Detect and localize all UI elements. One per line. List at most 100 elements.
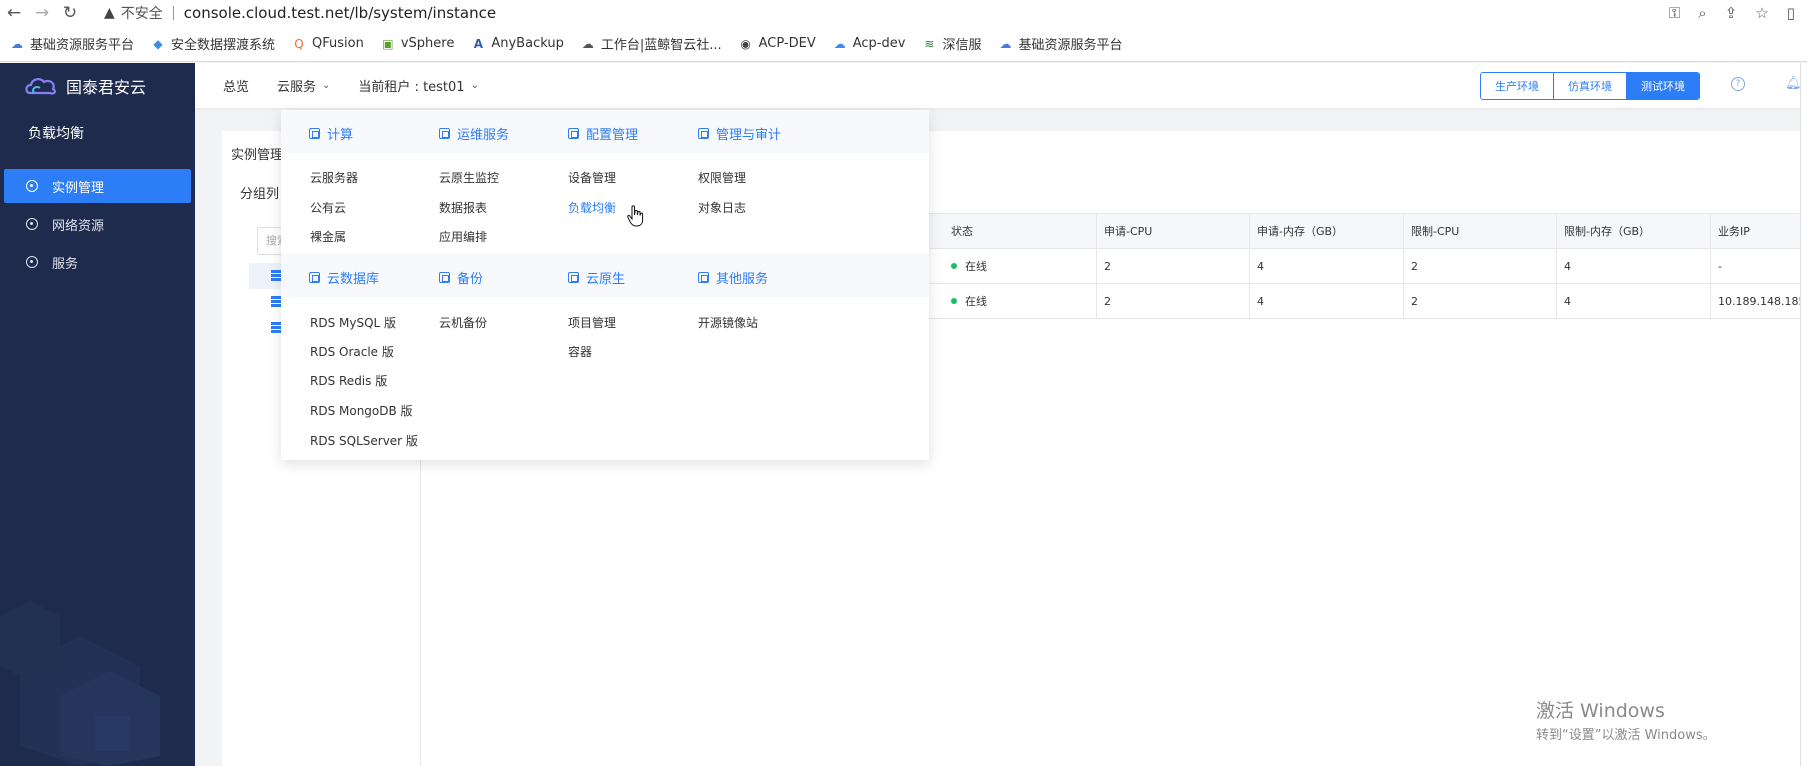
env-test-button[interactable]: 测试环境 bbox=[1627, 73, 1699, 99]
menu-item-permissions[interactable]: 权限管理 bbox=[698, 169, 746, 186]
sidebar-toggle-icon[interactable]: ▯ bbox=[1787, 4, 1795, 22]
menu-item-mirror-site[interactable]: 开源镜像站 bbox=[698, 314, 758, 331]
globe-icon: ◉ bbox=[740, 36, 751, 51]
menu-item-project-mgmt[interactable]: 项目管理 bbox=[568, 314, 616, 331]
lim-mem-cell: 4 bbox=[1557, 284, 1711, 318]
sidebar-item-network[interactable]: 网络资源 bbox=[4, 207, 191, 241]
sidebar-item-label: 实例管理 bbox=[52, 180, 105, 196]
key-icon[interactable]: ⚿ bbox=[1669, 4, 1680, 22]
sidebar-item-label: 服务 bbox=[52, 256, 79, 272]
category-other: 其他服务 bbox=[698, 268, 768, 287]
sidebar-item-instance[interactable]: 实例管理 bbox=[4, 169, 191, 203]
bookmark-item[interactable]: ◆ 安全数据摆渡系统 bbox=[151, 34, 275, 54]
bookmark-item[interactable]: ▣ vSphere bbox=[381, 36, 454, 51]
bookmark-item[interactable]: ≋ 深信服 bbox=[922, 34, 981, 54]
tenant-selector[interactable]: 当前租户 : test01 ⌄ bbox=[358, 76, 479, 95]
menu-item-container[interactable]: 容器 bbox=[568, 343, 592, 360]
menu-item-rds-redis[interactable]: RDS Redis 版 bbox=[310, 372, 387, 389]
header-req-mem: 申请-内存（GB） bbox=[1250, 214, 1404, 248]
menu-item-bare-metal[interactable]: 裸金属 bbox=[310, 228, 346, 245]
menu-item-rds-oracle[interactable]: RDS Oracle 版 bbox=[310, 343, 394, 360]
env-production-button[interactable]: 生产环境 bbox=[1481, 73, 1554, 99]
app-sidebar: 国泰君安云 负载均衡 实例管理 网络资源 服务 bbox=[0, 63, 195, 766]
environment-switcher: 生产环境 仿真环境 测试环境 bbox=[1480, 72, 1700, 100]
back-arrow-icon[interactable]: ← bbox=[0, 0, 28, 26]
url-text: console.cloud.test.net/lb/system/instanc… bbox=[183, 4, 497, 22]
decorative-cubes-icon bbox=[0, 601, 160, 766]
menu-item-vm-backup[interactable]: 云机备份 bbox=[439, 314, 487, 331]
page-scrollbar[interactable] bbox=[1800, 63, 1807, 766]
hand-cursor-icon bbox=[627, 205, 644, 227]
category-ops: 运维服务 bbox=[439, 124, 509, 143]
category-backup: 备份 bbox=[439, 268, 483, 287]
diamond-icon: ◆ bbox=[153, 36, 163, 51]
status-cell: 在线 bbox=[944, 249, 1097, 283]
url-field[interactable]: ▲ 不安全 console.cloud.test.net/lb/system/i… bbox=[104, 2, 1669, 24]
menu-item-rds-mongodb[interactable]: RDS MongoDB 版 bbox=[310, 402, 413, 419]
url-separator bbox=[172, 6, 174, 20]
address-bar-actions: ⚿ ⌕ ⇪ ☆ ▯ bbox=[1669, 4, 1795, 22]
ip-cell: 10.189.148.185-10 bbox=[1718, 294, 1807, 308]
menu-item-orchestration[interactable]: 应用编排 bbox=[439, 228, 487, 245]
menu-item-cloud-server[interactable]: 云服务器 bbox=[310, 169, 358, 186]
cloud-services-dropdown: 计算 运维服务 配置管理 管理与审计 云服务器 公有云 裸金属 云原生监控 数据… bbox=[281, 110, 929, 460]
windows-activation-subtitle: 转到“设置”以激活 Windows。 bbox=[1536, 728, 1716, 743]
ops-icon bbox=[439, 128, 450, 139]
ip-cell: - bbox=[1718, 259, 1722, 273]
group-list-title: 分组列 bbox=[240, 187, 280, 202]
page-title: 实例管理 bbox=[231, 148, 284, 163]
database-icon bbox=[309, 272, 320, 283]
category-database: 云数据库 bbox=[309, 268, 379, 287]
vsphere-icon: ▣ bbox=[382, 36, 394, 51]
req-cpu-cell: 2 bbox=[1097, 249, 1250, 283]
req-mem-cell: 4 bbox=[1250, 249, 1404, 283]
category-config: 配置管理 bbox=[568, 124, 638, 143]
cloud-icon: ☁ bbox=[11, 36, 23, 51]
sidebar-item-label: 网络资源 bbox=[52, 218, 105, 234]
help-icon[interactable]: ? bbox=[1731, 77, 1745, 91]
brand-logo[interactable]: 国泰君安云 bbox=[0, 63, 195, 109]
bookmark-item[interactable]: A AnyBackup bbox=[471, 36, 564, 51]
menu-item-rds-mysql[interactable]: RDS MySQL 版 bbox=[310, 314, 396, 331]
menu-item-data-report[interactable]: 数据报表 bbox=[439, 199, 487, 216]
status-cell: 在线 bbox=[944, 284, 1097, 318]
bookmark-item[interactable]: ☁ 基础资源服务平台 bbox=[10, 34, 134, 54]
lim-mem-cell: 4 bbox=[1557, 249, 1711, 283]
audit-icon bbox=[698, 128, 709, 139]
circle-icon bbox=[26, 256, 38, 268]
menu-item-rds-sqlserver[interactable]: RDS SQLServer 版 bbox=[310, 432, 418, 449]
grid-icon bbox=[698, 272, 709, 283]
config-icon bbox=[568, 128, 579, 139]
circle-icon bbox=[26, 218, 38, 230]
menu-item-device-mgmt[interactable]: 设备管理 bbox=[568, 169, 616, 186]
forward-arrow-icon[interactable]: → bbox=[28, 0, 56, 26]
nav-cloud-services[interactable]: 云服务 ⌄ bbox=[277, 76, 330, 95]
bookmark-item[interactable]: ◉ ACP-DEV bbox=[739, 36, 815, 51]
bookmark-item[interactable]: ☁ Acp-dev bbox=[833, 36, 906, 51]
menu-item-object-log[interactable]: 对象日志 bbox=[698, 199, 746, 216]
env-simulation-button[interactable]: 仿真环境 bbox=[1554, 73, 1627, 99]
section-title: 负载均衡 bbox=[28, 126, 84, 142]
zoom-icon[interactable]: ⌕ bbox=[1698, 4, 1706, 22]
cloud-icon: ☁ bbox=[999, 36, 1012, 51]
header-lim-cpu: 限制-CPU bbox=[1404, 214, 1557, 248]
share-icon[interactable]: ⇪ bbox=[1725, 4, 1738, 22]
bookmark-item[interactable]: Q QFusion bbox=[292, 36, 364, 51]
header-lim-mem: 限制-内存（GB） bbox=[1557, 214, 1711, 248]
online-dot-icon bbox=[951, 263, 957, 269]
star-icon[interactable]: ☆ bbox=[1755, 4, 1768, 22]
security-label: 不安全 bbox=[120, 6, 163, 22]
browser-address-bar: ← → ↻ ▲ 不安全 console.cloud.test.net/lb/sy… bbox=[0, 0, 1807, 26]
nav-overview[interactable]: 总览 bbox=[223, 76, 249, 95]
q-icon: Q bbox=[294, 36, 304, 51]
menu-item-native-monitor[interactable]: 云原生监控 bbox=[439, 169, 499, 186]
sidebar-item-service[interactable]: 服务 bbox=[4, 245, 191, 279]
category-audit: 管理与审计 bbox=[698, 124, 781, 143]
menu-item-public-cloud[interactable]: 公有云 bbox=[310, 199, 346, 216]
bookmark-item[interactable]: ☁ 基础资源服务平台 bbox=[998, 34, 1122, 54]
menu-item-load-balancer[interactable]: 负载均衡 bbox=[568, 199, 616, 216]
reload-icon[interactable]: ↻ bbox=[56, 0, 84, 26]
bookmarks-bar: ☁ 基础资源服务平台 ◆ 安全数据摆渡系统 Q QFusion ▣ vSphere AA… bbox=[0, 26, 1807, 62]
cloud-blue-icon: ☁ bbox=[833, 36, 846, 51]
bookmark-item[interactable]: ☁ 工作台|蓝鲸智云社... bbox=[581, 34, 722, 54]
